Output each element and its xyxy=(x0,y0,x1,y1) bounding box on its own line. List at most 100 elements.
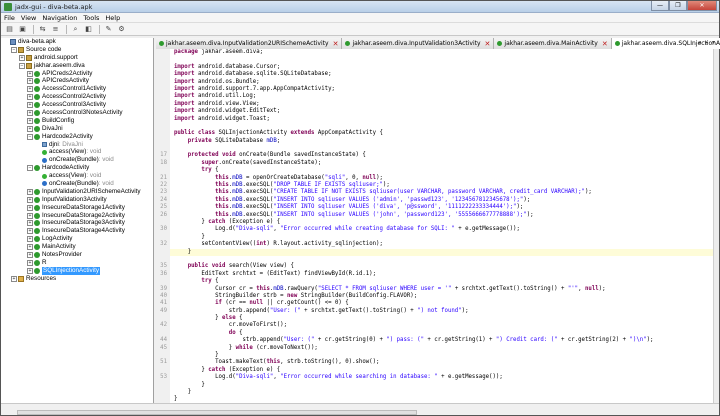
expand-icon[interactable]: + xyxy=(27,251,33,258)
tree-item[interactable]: + AccessControl1Activity xyxy=(1,85,153,93)
tree-item[interactable]: + SQLInjectionActivity xyxy=(1,266,153,275)
expand-icon[interactable]: + xyxy=(27,109,33,116)
code-text: setContentView((int) R.layout.activity_s… xyxy=(174,241,383,248)
menu-navigation[interactable]: Navigation xyxy=(42,14,77,22)
line-number: 25 xyxy=(156,204,170,212)
save-icon[interactable]: ▣ xyxy=(17,24,28,35)
close-button[interactable]: ✕ xyxy=(687,1,717,11)
expand-icon[interactable]: + xyxy=(27,236,33,243)
collapse-icon[interactable]: − xyxy=(27,165,33,172)
tree-item[interactable]: + Resources xyxy=(1,275,153,283)
log-icon[interactable]: ✎ xyxy=(103,24,114,35)
collapse-icon[interactable]: − xyxy=(11,46,17,53)
editor-tab[interactable]: jakhar.aseem.diva.MainActivity ✕ xyxy=(494,38,612,49)
editor-tab[interactable]: jakhar.aseem.diva.InputValidation3Activi… xyxy=(342,38,495,49)
tree-item-label: Hardcode2Activity xyxy=(42,132,93,140)
class-icon xyxy=(34,251,40,258)
code-text: EditText srchtxt = (EditText) findViewBy… xyxy=(174,270,377,277)
code-text: this.mDB.execSQL("INSERT INTO sqliuser V… xyxy=(215,196,531,203)
tree-item[interactable]: + BuildConfig xyxy=(1,117,153,125)
collapse-icon[interactable]: − xyxy=(19,62,25,69)
tree-item[interactable]: + InsecureDataStorage4Activity xyxy=(1,227,153,235)
expand-icon[interactable]: + xyxy=(11,275,17,282)
menu-view[interactable]: View xyxy=(21,14,36,22)
expand-icon[interactable]: + xyxy=(27,78,33,85)
code-view[interactable]: package jakhar.aseem.diva; import android… xyxy=(156,49,719,405)
tree-item[interactable]: + AccessControl2Activity xyxy=(1,93,153,101)
project-tree[interactable]: diva-beta.apk − Source code + android.suppor… xyxy=(1,38,154,405)
collapse-icon[interactable]: − xyxy=(27,133,33,140)
tree-item[interactable]: + MainActivity xyxy=(1,243,153,251)
tree-item[interactable]: + android.support xyxy=(1,54,153,62)
open-icon[interactable]: ▤ xyxy=(4,24,15,35)
expand-icon[interactable]: + xyxy=(27,117,33,124)
expand-icon[interactable]: + xyxy=(27,220,33,227)
code-line: } xyxy=(156,352,719,360)
expand-icon[interactable]: + xyxy=(27,228,33,235)
menu-file[interactable]: File xyxy=(4,14,15,22)
expand-icon[interactable]: + xyxy=(27,244,33,251)
horizontal-scrollbar[interactable] xyxy=(17,410,417,415)
find-class-icon[interactable]: ◧ xyxy=(83,24,94,35)
expand-icon[interactable]: + xyxy=(27,70,33,77)
code-line: } xyxy=(156,233,719,242)
tree-item[interactable]: + R xyxy=(1,259,153,267)
code-line: import android.database.sqlite.SQLiteDat… xyxy=(156,71,719,79)
tree-item[interactable]: onCreate(Bundle) : void xyxy=(1,156,153,164)
minimize-button[interactable]: — xyxy=(651,1,669,11)
tree-item[interactable]: + NotesProvider xyxy=(1,251,153,259)
tree-item[interactable]: + InsecureDataStorage1Activity xyxy=(1,204,153,212)
menu-help[interactable]: Help xyxy=(105,14,120,22)
expand-icon[interactable]: + xyxy=(27,94,33,101)
tree-item[interactable]: access(View) : void xyxy=(1,148,153,156)
tree-item[interactable]: + DivaJni xyxy=(1,125,153,133)
expand-icon[interactable]: + xyxy=(27,188,33,195)
tree-item[interactable]: − jakhar.aseem.diva xyxy=(1,62,153,70)
editor-tab[interactable]: jakhar.aseem.diva.InputValidation2URISch… xyxy=(156,38,343,49)
tree-item[interactable]: − Hardcode2Activity xyxy=(1,133,153,141)
settings-icon[interactable]: ⚙ xyxy=(116,24,127,35)
tree-item[interactable]: + InputValidation2URISchemeActivity xyxy=(1,188,153,196)
tree-item[interactable]: diva-beta.apk xyxy=(1,38,153,46)
code-text: Log.d("Diva-sqli", "Error occurred while… xyxy=(174,374,503,381)
sync-icon[interactable]: ⇆ xyxy=(37,24,48,35)
expand-icon[interactable]: + xyxy=(27,259,33,266)
tree-item[interactable]: + AccessControl3Activity xyxy=(1,101,153,109)
class-icon xyxy=(34,86,40,93)
class-icon xyxy=(497,41,503,46)
expand-icon[interactable]: + xyxy=(27,267,33,274)
tree-item[interactable]: djni : DivaJni xyxy=(1,141,153,149)
code-text: if (cr == null || cr.getCount() <= 0) { xyxy=(215,300,349,307)
tree-item[interactable]: + APICredsActivity xyxy=(1,77,153,85)
tab-list-icon[interactable]: ▾ xyxy=(710,39,717,47)
tab-left-arrow-icon[interactable]: ◂ xyxy=(696,39,703,47)
tree-item[interactable]: − Source code xyxy=(1,46,153,54)
expand-icon[interactable]: + xyxy=(27,196,33,203)
tab-right-arrow-icon[interactable]: ▸ xyxy=(703,39,710,47)
expand-icon[interactable]: + xyxy=(27,125,33,132)
vertical-scrollbar[interactable] xyxy=(713,49,719,405)
tree-item[interactable]: + InputValidation3Activity xyxy=(1,196,153,204)
search-icon[interactable]: ⌕ xyxy=(70,24,81,35)
tree-item[interactable]: − HardcodeActivity xyxy=(1,164,153,172)
close-tab-icon[interactable]: ✕ xyxy=(602,40,608,48)
flatten-icon[interactable]: ≡ xyxy=(50,24,61,35)
expand-icon[interactable]: + xyxy=(27,204,33,211)
expand-icon[interactable]: + xyxy=(19,54,25,61)
tree-item-label: Resources xyxy=(26,274,57,282)
close-tab-icon[interactable]: ✕ xyxy=(333,40,339,48)
tree-item-label: djni xyxy=(49,140,59,148)
close-tab-icon[interactable]: ✕ xyxy=(485,40,491,48)
expand-icon[interactable]: + xyxy=(27,102,33,109)
menu-tools[interactable]: Tools xyxy=(83,14,99,22)
maximize-button[interactable]: ❐ xyxy=(669,1,687,11)
tree-item[interactable]: + LogActivity xyxy=(1,235,153,243)
tree-item[interactable]: + InsecureDataStorage2Activity xyxy=(1,212,153,220)
tree-item[interactable]: access(View) : void xyxy=(1,172,153,180)
tree-item[interactable]: + AccessControl3NotesActivity xyxy=(1,109,153,117)
tree-item[interactable]: + APICreds2Activity xyxy=(1,70,153,78)
tree-item[interactable]: + InsecureDataStorage3Activity xyxy=(1,219,153,227)
expand-icon[interactable]: + xyxy=(27,212,33,219)
expand-icon[interactable]: + xyxy=(27,86,33,93)
tree-item[interactable]: onCreate(Bundle) : void xyxy=(1,180,153,188)
